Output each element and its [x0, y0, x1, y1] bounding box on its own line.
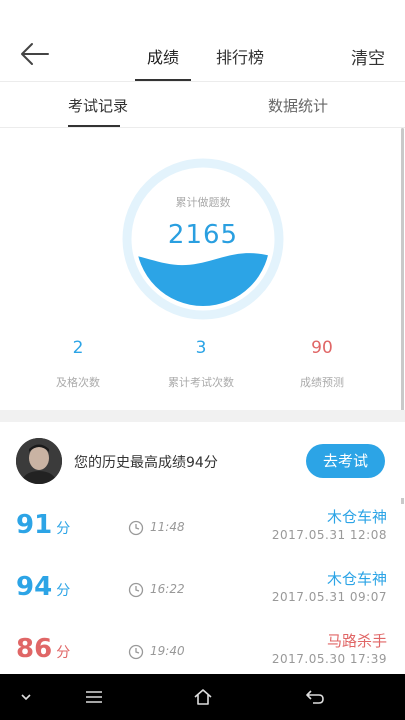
record-date: 2017.05.31 09:07 [271, 590, 387, 604]
record-score-value: 86 [16, 634, 53, 664]
tab-score[interactable]: 成绩 [147, 44, 179, 68]
record-score-unit: 分 [56, 521, 71, 537]
record-score: 94 分 [16, 572, 70, 602]
back-icon[interactable] [305, 687, 325, 707]
sub-tabs: 考试记录 数据统计 [0, 82, 405, 128]
record-score: 86 分 [16, 634, 70, 664]
tab-active-indicator [135, 79, 191, 81]
record-duration: 19:40 [150, 644, 185, 658]
record-title: 木仓车神 [326, 570, 387, 588]
clear-button[interactable]: 清空 [351, 44, 385, 69]
chevron-down-icon[interactable] [16, 687, 36, 707]
avatar[interactable] [16, 438, 62, 484]
system-nav-bar [0, 674, 405, 720]
list-item[interactable]: 91 分 11:48 木仓车神 2017.05.31 12:08 [0, 504, 405, 566]
section-divider [0, 410, 405, 422]
list-item[interactable]: 94 分 16:22 木仓车神 2017.05.31 09:07 [0, 566, 405, 628]
question-count-gauge: 累计做题数 2165 [122, 158, 284, 320]
record-duration: 11:48 [150, 520, 185, 534]
clock-icon [128, 582, 144, 598]
best-score-row: 您的历史最高成绩94分 去考试 [0, 422, 405, 498]
tab-ranking[interactable]: 排行榜 [216, 44, 264, 68]
stat-pass-count: 2 及格次数 [18, 338, 138, 390]
stat-caption: 累计考试次数 [168, 376, 234, 389]
record-score-unit: 分 [56, 645, 71, 661]
stat-value: 90 [311, 338, 333, 358]
stat-value: 3 [195, 338, 207, 358]
record-score-value: 91 [16, 510, 53, 540]
record-date: 2017.05.31 12:08 [271, 528, 387, 542]
record-score-value: 94 [16, 572, 53, 602]
clock-icon [128, 644, 144, 660]
best-score-text: 您的历史最高成绩94分 [74, 455, 218, 471]
gauge-value: 2165 [167, 220, 239, 250]
stat-value: 2 [72, 338, 84, 358]
subtab-active-indicator [68, 125, 120, 127]
record-date: 2017.05.30 17:39 [271, 652, 387, 666]
stat-caption: 及格次数 [56, 376, 100, 389]
subtab-exam-records[interactable]: 考试记录 [68, 95, 128, 116]
go-exam-button[interactable]: 去考试 [306, 444, 385, 478]
gauge-label: 累计做题数 [175, 196, 231, 209]
menu-icon[interactable] [84, 687, 104, 707]
record-duration: 16:22 [150, 582, 185, 596]
record-title: 木仓车神 [326, 508, 387, 526]
stat-caption: 成绩预测 [300, 376, 344, 389]
stat-score-prediction: 90 成绩预测 [262, 338, 382, 390]
avatar-image [16, 438, 62, 484]
top-tabs: 成绩 排行榜 [0, 44, 405, 82]
subtab-statistics[interactable]: 数据统计 [268, 95, 328, 116]
record-score-unit: 分 [56, 583, 71, 599]
record-title: 马路杀手 [326, 632, 387, 650]
clock-icon [128, 520, 144, 536]
stat-exam-count: 3 累计考试次数 [141, 338, 261, 390]
record-score: 91 分 [16, 510, 70, 540]
home-icon[interactable] [193, 687, 213, 707]
top-bar: 成绩 排行榜 清空 [0, 0, 405, 82]
